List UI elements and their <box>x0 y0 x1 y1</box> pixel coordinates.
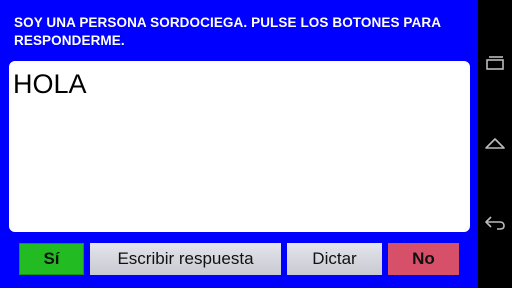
write-response-button[interactable]: Escribir respuesta <box>90 243 281 275</box>
dictate-button[interactable]: Dictar <box>287 243 382 275</box>
instruction-header: SOY UNA PERSONA SORDOCIEGA. PULSE LOS BO… <box>14 15 441 48</box>
screen: SOY UNA PERSONA SORDOCIEGA. PULSE LOS BO… <box>0 0 512 288</box>
message-display: HOLA <box>9 61 470 232</box>
recent-apps-icon[interactable] <box>483 52 507 76</box>
system-navigation-bar <box>478 0 512 288</box>
yes-button[interactable]: Sí <box>19 243 84 275</box>
no-button[interactable]: No <box>388 243 459 275</box>
back-icon[interactable] <box>483 210 507 234</box>
app-window: SOY UNA PERSONA SORDOCIEGA. PULSE LOS BO… <box>0 0 478 288</box>
home-icon[interactable] <box>483 132 507 156</box>
message-text: HOLA <box>13 69 87 99</box>
